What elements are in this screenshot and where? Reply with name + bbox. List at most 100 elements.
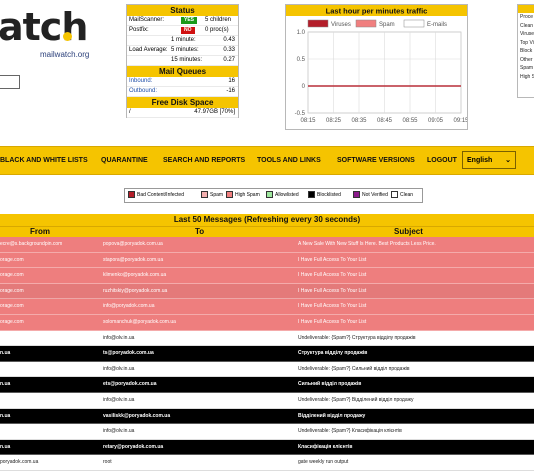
- cell-subject: A New Sale With New Stuff Is Here. Best …: [298, 241, 436, 247]
- cell-subject: Класифікація клієнтів: [298, 443, 353, 450]
- table-row[interactable]: n.ua retary@poryadok.com.ua Класифікація к…: [0, 439, 534, 456]
- status-badge: NO: [181, 27, 195, 34]
- cell-to: root: [103, 459, 112, 466]
- x-tick-label: 08:45: [377, 118, 393, 124]
- legend-item-infected: Bad Content/Infected: [128, 191, 184, 200]
- cell-subject: Undeliverable: {Spam?} Сильний відділ пр…: [298, 365, 410, 372]
- legend-swatch: [307, 19, 329, 28]
- legend-label: Viruses: [331, 22, 351, 28]
- y-tick-label: 0: [302, 84, 306, 90]
- cell-from: orage.com: [0, 318, 24, 325]
- right-panel-title: [518, 5, 534, 13]
- legend-item-notverified: Not Verified: [353, 191, 388, 200]
- x-tick-label: 09:05: [428, 118, 444, 124]
- x-tick-label: 09:15: [453, 118, 467, 124]
- messages-title: Last 50 Messages (Refreshing every 30 se…: [0, 214, 534, 226]
- x-tick-label: 08:55: [402, 118, 418, 124]
- mailwatch-logo[interactable]: atch mailwatch.org: [0, 0, 115, 70]
- y-tick-label: 0.5: [297, 57, 306, 63]
- load-row-1: 1 minute: 0.43: [127, 36, 238, 46]
- cell-from: orage.com: [0, 272, 24, 279]
- legend-item-allowlisted: Allowlisted: [266, 191, 299, 200]
- legend-label: Spam: [379, 22, 395, 28]
- cell-from: n.ua: [0, 443, 11, 450]
- cell-from: ecre@s.backgroundpin.com: [0, 241, 63, 247]
- cell-to: solomanchuk@poryadok.com.ua: [103, 318, 176, 325]
- right-stats-panel: Proce Clean Viruse Top Vi Block Other Sp…: [517, 4, 534, 98]
- main-nav: BLACK AND WHITE LISTS QUARANTINE SEARCH …: [0, 146, 534, 175]
- column-subject[interactable]: Subject: [394, 227, 423, 237]
- legend-item-blocklisted: Blocklisted: [308, 191, 341, 200]
- chart-legend: Viruses Spam E-mails: [307, 19, 447, 28]
- table-row[interactable]: orage.com ruzhitskiy@poryadok.com.ua I Hav…: [0, 283, 534, 300]
- logo-subtitle: mailwatch.org: [40, 50, 90, 59]
- cell-to: ts@poryadok.com.ua: [103, 350, 154, 357]
- table-row[interactable]: info@olv.in.ua Undeliverable: {Spam?} Кла…: [0, 424, 534, 440]
- nav-software-versions[interactable]: SOFTWARE VERSIONS: [337, 147, 415, 174]
- status-title: Status: [127, 5, 238, 16]
- logo-text: atch: [0, 5, 88, 49]
- chart-legend-item: Spam: [355, 19, 395, 28]
- table-row[interactable]: orage.com klimenko@poryadok.com.ua I Have …: [0, 268, 534, 284]
- disk-row: / 47.97GB [70%]: [127, 108, 238, 118]
- table-row[interactable]: orage.com solomanchuk@poryadok.com.ua I Ha…: [0, 314, 534, 331]
- message-color-legend: Bad Content/Infected Spam High Spam Allo…: [124, 188, 423, 203]
- table-row[interactable]: n.ua vasiliskk@poryadok.com.ua Відділений …: [0, 408, 534, 425]
- table-row[interactable]: info@olv.in.ua Undeliverable: {Spam?} Від…: [0, 392, 534, 409]
- table-row[interactable]: n.ua ets@poryadok.com.ua Сильний відділ пр…: [0, 377, 534, 393]
- right-panel-item: Other: [520, 56, 533, 63]
- cell-to: vasiliskk@poryadok.com.ua: [103, 412, 171, 419]
- cell-subject: Undeliverable: {Spam?} Структура відділу…: [298, 334, 416, 341]
- column-to[interactable]: To: [195, 227, 204, 237]
- table-row[interactable]: orage.com stapora@poryadok.com.ua I Have F…: [0, 252, 534, 269]
- legend-label: E-mails: [427, 22, 447, 28]
- load-row-5: Load Average: 5 minutes: 0.33: [127, 46, 238, 56]
- cell-from: n.ua: [0, 412, 11, 419]
- right-panel-item: Viruse: [520, 31, 534, 37]
- right-panel-item: Proce: [520, 14, 534, 20]
- table-row[interactable]: poryadok.com.ua root gate weekly run outpu…: [0, 455, 534, 471]
- x-tick-label: 08:25: [326, 118, 342, 124]
- cell-subject: Структура відділу продажів: [298, 350, 368, 357]
- chart-legend-item: Viruses: [307, 19, 351, 28]
- language-select[interactable]: English ⌄: [462, 151, 516, 169]
- table-row[interactable]: info@olv.in.ua Undeliverable: {Spam?} Сил…: [0, 361, 534, 378]
- x-tick-label: 08:35: [351, 118, 367, 124]
- table-row[interactable]: n.ua ts@poryadok.com.ua Структура відділу …: [0, 346, 534, 362]
- status-panel: Status MailScanner: YES 5 children Postf…: [126, 4, 239, 118]
- nav-logout[interactable]: LOGOUT: [427, 147, 457, 174]
- cell-subject: Відділений відділ продажу: [298, 412, 366, 419]
- cell-to: stapora@poryadok.com.ua: [103, 256, 164, 263]
- legend-swatch: [355, 19, 377, 28]
- messages-table: Last 50 Messages (Refreshing every 30 se…: [0, 214, 534, 471]
- table-row[interactable]: ecre@s.backgroundpin.com popova@poryadok.…: [0, 237, 534, 253]
- cell-to: popova@poryadok.com.ua: [103, 241, 163, 247]
- cell-subject: I Have Full Access To Your List: [298, 272, 367, 279]
- column-from[interactable]: From: [30, 227, 50, 237]
- cell-from: poryadok.com.ua: [0, 459, 39, 466]
- search-input[interactable]: [0, 75, 20, 89]
- traffic-chart: Last hour per minutes traffic Viruses Spa…: [286, 5, 467, 124]
- cell-to: klimenko@poryadok.com.ua: [103, 272, 167, 279]
- y-tick-label: -0.5: [295, 111, 306, 117]
- cell-to: info@poryadok.com.ua: [103, 303, 155, 310]
- right-panel-item: Top Vi: [520, 39, 534, 46]
- cell-to: ruzhitskiy@poryadok.com.ua: [103, 287, 168, 294]
- legend-item-clean: Clean: [391, 191, 413, 200]
- status-badge: YES: [181, 17, 198, 24]
- table-row[interactable]: orage.com info@poryadok.com.ua I Have Full…: [0, 299, 534, 315]
- chart-plot: 1.0 0.5 0 -0.508:15 08:25 08:35 08:45 08:55 09:0…: [295, 30, 467, 124]
- nav-quarantine[interactable]: QUARANTINE: [101, 147, 148, 174]
- language-value: English: [467, 157, 493, 164]
- cell-subject: I Have Full Access To Your List: [298, 256, 367, 263]
- nav-black-white-lists[interactable]: BLACK AND WHITE LISTS: [0, 147, 88, 174]
- nav-search-reports[interactable]: SEARCH AND REPORTS: [163, 147, 245, 174]
- right-panel-item: High S: [520, 73, 534, 80]
- queue-outbound[interactable]: Outbound: -16: [127, 87, 238, 97]
- table-row[interactable]: info@olv.in.ua Undeliverable: {Spam?} Стр…: [0, 330, 534, 347]
- load-row-15: 15 minutes: 0.27: [127, 56, 238, 66]
- legend-item-highspam: High Spam: [226, 191, 260, 200]
- nav-tools-links[interactable]: TOOLS AND LINKS: [257, 147, 321, 174]
- cell-from: orage.com: [0, 287, 24, 294]
- queue-inbound[interactable]: Inbound: 16: [127, 77, 238, 87]
